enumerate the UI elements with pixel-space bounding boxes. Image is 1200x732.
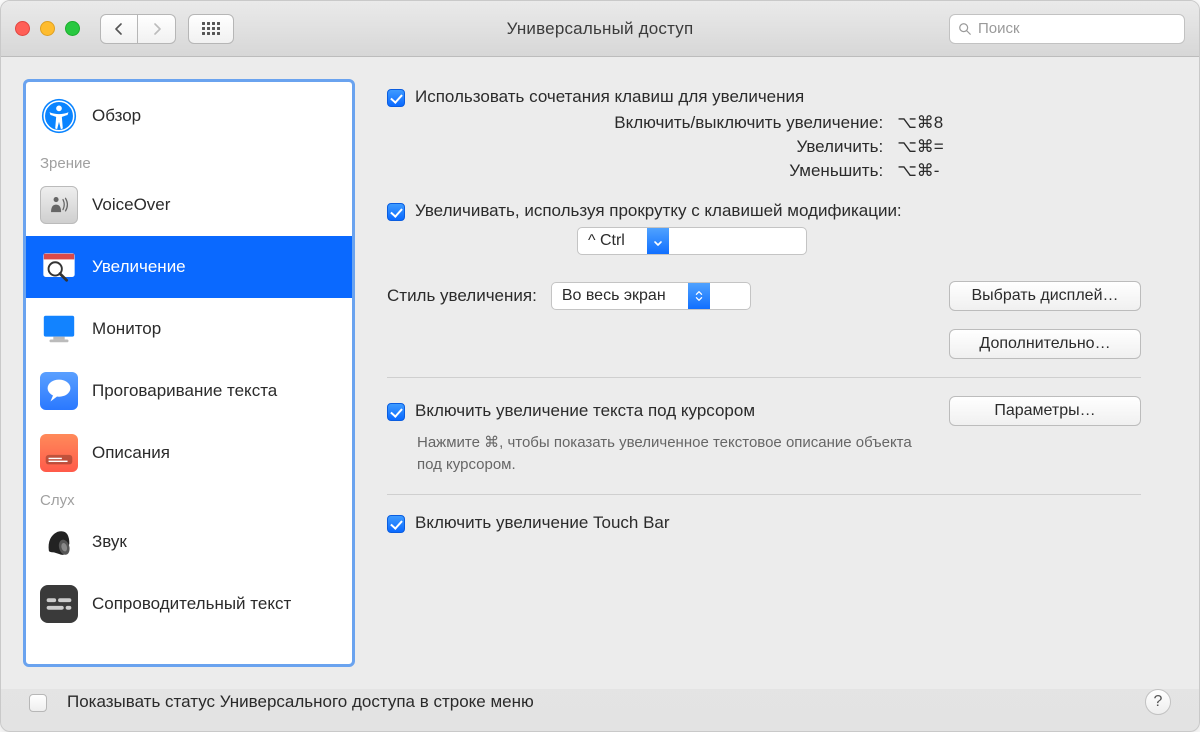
options-button[interactable]: Параметры…: [949, 396, 1141, 426]
window-title: Универсальный доступ: [507, 19, 694, 39]
zoom-style-value: Во весь экран: [562, 287, 688, 305]
divider: [387, 377, 1141, 378]
shortcut-value-zoomout: ⌥⌘-: [897, 161, 1141, 181]
zoom-style-select[interactable]: Во весь экран: [551, 282, 751, 310]
sidebar-item-label: Монитор: [92, 319, 161, 339]
sidebar-item-speech[interactable]: Проговаривание текста: [26, 360, 352, 422]
titlebar: Универсальный доступ Поиск: [1, 1, 1199, 57]
minimize-icon[interactable]: [40, 21, 55, 36]
sidebar-item-label: Сопроводительный текст: [92, 594, 291, 614]
sidebar-item-label: Описания: [92, 443, 170, 463]
shortcut-label-toggle: Включить/выключить увеличение:: [417, 113, 883, 133]
zoom-style-row: Стиль увеличения: Во весь экран Выбрать …: [387, 281, 1141, 311]
dropdown-stepper-icon: [688, 283, 710, 309]
audio-icon: [40, 523, 78, 561]
sidebar-section-hearing: Слух: [26, 484, 352, 511]
modifier-select[interactable]: ^ Ctrl: [577, 227, 807, 255]
maximize-icon[interactable]: [65, 21, 80, 36]
label-keyboard-shortcuts: Использовать сочетания клавиш для увелич…: [415, 87, 804, 107]
shortcut-value-zoomin: ⌥⌘=: [897, 137, 1141, 157]
preferences-window: Универсальный доступ Поиск Обзор Зрение …: [0, 0, 1200, 732]
back-button[interactable]: [100, 14, 138, 44]
label-touchbar-zoom: Включить увеличение Touch Bar: [415, 513, 670, 533]
modifier-select-row: ^ Ctrl: [577, 227, 1141, 255]
row-hover-text: Включить увеличение текста под курсором …: [387, 396, 1141, 426]
window-body: Обзор Зрение VoiceOver Увеличение Монито…: [1, 57, 1199, 689]
sidebar-item-voiceover[interactable]: VoiceOver: [26, 174, 352, 236]
close-icon[interactable]: [15, 21, 30, 36]
checkbox-keyboard-shortcuts[interactable]: [387, 89, 405, 107]
speech-icon: [40, 372, 78, 410]
sidebar: Обзор Зрение VoiceOver Увеличение Монито…: [23, 79, 355, 667]
checkbox-menubar-status[interactable]: [29, 694, 47, 712]
sidebar-item-audio[interactable]: Звук: [26, 511, 352, 573]
shortcut-label-zoomin: Увеличить:: [417, 137, 883, 157]
keyboard-shortcut-list: Включить/выключить увеличение: ⌥⌘8 Увели…: [417, 113, 1141, 181]
sidebar-item-label: Обзор: [92, 106, 141, 126]
zoom-icon: [40, 248, 78, 286]
sidebar-item-overview[interactable]: Обзор: [26, 85, 352, 147]
voiceover-icon: [40, 186, 78, 224]
sidebar-item-label: Звук: [92, 532, 127, 552]
dropdown-arrow-icon: [647, 228, 669, 254]
hover-text-hint: Нажмите ⌘, чтобы показать увеличенное те…: [417, 432, 937, 476]
accessibility-icon: [40, 97, 78, 135]
checkbox-scroll-modifier[interactable]: [387, 203, 405, 221]
choose-display-button[interactable]: Выбрать дисплей…: [949, 281, 1141, 311]
shortcut-value-toggle: ⌥⌘8: [897, 113, 1141, 133]
descriptions-icon: [40, 434, 78, 472]
search-icon: [958, 22, 972, 36]
help-button[interactable]: ?: [1145, 689, 1171, 715]
window-controls: [15, 21, 80, 36]
modifier-select-value: ^ Ctrl: [588, 232, 647, 250]
sidebar-item-label: Увеличение: [92, 257, 186, 277]
advanced-row: Дополнительно…: [387, 329, 1141, 359]
divider: [387, 494, 1141, 495]
sidebar-item-zoom[interactable]: Увеличение: [26, 236, 352, 298]
show-all-button[interactable]: [188, 14, 234, 44]
footer: Показывать статус Универсального доступа…: [1, 689, 1199, 731]
display-icon: [40, 310, 78, 348]
sidebar-item-label: VoiceOver: [92, 195, 170, 215]
nav-buttons: [100, 14, 176, 44]
forward-button[interactable]: [138, 14, 176, 44]
label-menubar-status: Показывать статус Универсального доступа…: [67, 692, 534, 712]
sidebar-item-label: Проговаривание текста: [92, 381, 277, 401]
checkbox-hover-text[interactable]: [387, 403, 405, 421]
label-hover-text: Включить увеличение текста под курсором: [415, 401, 755, 421]
row-touchbar: Включить увеличение Touch Bar: [387, 513, 1141, 533]
grid-icon: [202, 22, 220, 35]
advanced-button[interactable]: Дополнительно…: [949, 329, 1141, 359]
shortcut-label-zoomout: Уменьшить:: [417, 161, 883, 181]
sidebar-item-captions[interactable]: Сопроводительный текст: [26, 573, 352, 635]
row-scroll-modifier: Увеличивать, используя прокрутку с клави…: [387, 201, 1141, 221]
sidebar-item-display[interactable]: Монитор: [26, 298, 352, 360]
search-placeholder: Поиск: [978, 20, 1020, 37]
captions-icon: [40, 585, 78, 623]
row-keyboard-shortcuts: Использовать сочетания клавиш для увелич…: [387, 87, 1141, 107]
sidebar-item-descriptions[interactable]: Описания: [26, 422, 352, 484]
content-pane: Использовать сочетания клавиш для увелич…: [371, 79, 1177, 667]
sidebar-section-vision: Зрение: [26, 147, 352, 174]
zoom-style-label: Стиль увеличения:: [387, 286, 537, 306]
search-input[interactable]: Поиск: [949, 14, 1185, 44]
checkbox-touchbar-zoom[interactable]: [387, 515, 405, 533]
label-scroll-modifier: Увеличивать, используя прокрутку с клави…: [415, 201, 902, 221]
